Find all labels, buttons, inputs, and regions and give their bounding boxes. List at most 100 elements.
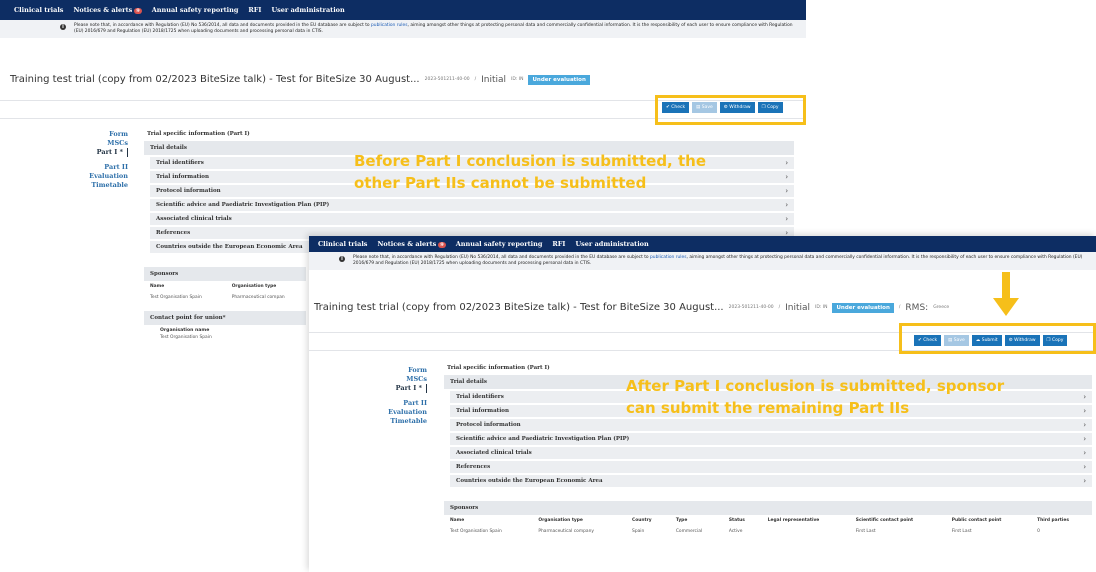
trial-phase: Initial <box>481 74 507 85</box>
table-row[interactable]: Test Organisation Spain Pharmaceutical c… <box>444 526 1092 537</box>
column-header: Name <box>450 518 465 523</box>
accordion-label: Countries outside the European Economic … <box>156 244 303 250</box>
column-header: Organisation type <box>231 284 277 289</box>
chevron-right-icon: › <box>1083 421 1086 429</box>
separator: / <box>474 77 477 82</box>
notice-text: Please note that, in accordance with Reg… <box>353 255 651 260</box>
annotation-line: can submit the remaining Part IIs <box>626 399 910 417</box>
accordion-label: Scientific advice and Paediatric Investi… <box>156 202 330 208</box>
nav-clinical-trials[interactable]: Clinical trials <box>318 240 367 248</box>
column-header: Public contact point <box>951 518 1002 523</box>
table-cell: First Last <box>951 529 972 534</box>
annotation-line: other Part IIs cannot be submitted <box>354 174 647 192</box>
nav-user-admin[interactable]: User administration <box>575 240 648 248</box>
table-cell: First Last <box>855 529 876 534</box>
sidenav-part2[interactable]: Part II <box>367 399 427 408</box>
chevron-right-icon: › <box>785 215 788 223</box>
contact-point-section: Contact point for union* <box>144 311 306 325</box>
column-header: Third parties <box>1037 518 1070 523</box>
trial-id: ID: IN <box>511 77 524 82</box>
column-header: Organisation type <box>538 518 583 523</box>
accordion-countries-outside-eea[interactable]: Countries outside the European Economic … <box>450 475 1092 487</box>
nav-clinical-trials[interactable]: Clinical trials <box>14 6 63 14</box>
trial-id: ID: IN <box>815 305 828 310</box>
sidenav-mscs[interactable]: MSCs <box>70 139 128 148</box>
nav-rfi[interactable]: RFI <box>248 6 261 14</box>
sidenav-part2[interactable]: Part II <box>70 163 128 172</box>
trial-header: Training test trial (copy from 02/2023 B… <box>314 302 949 313</box>
sponsors-section: Sponsors <box>444 501 1092 515</box>
annotation-after: After Part I conclusion is submitted, sp… <box>626 375 1004 419</box>
accordion-protocol-information[interactable]: Protocol information › <box>450 419 1092 431</box>
publication-rules-link[interactable]: publication rules <box>650 255 687 260</box>
sidenav-timetable[interactable]: Timetable <box>367 417 427 426</box>
status-badge: Under evaluation <box>832 302 894 313</box>
publication-notice: i Please note that, in accordance with R… <box>309 252 1096 270</box>
nav-notices-alerts[interactable]: Notices & alerts 9 <box>73 6 142 14</box>
sponsors-table: Name Organisation type Country Type Stat… <box>444 515 1092 537</box>
accordion-label: Trial information <box>156 174 209 180</box>
sidenav-part1[interactable]: Part I * <box>367 384 427 393</box>
top-navigation: Clinical trials Notices & alerts 9 Annual… <box>309 236 1096 252</box>
table-cell: Commercial <box>675 529 703 534</box>
trial-title: Training test trial (copy from 02/2023 B… <box>314 302 724 313</box>
table-row[interactable]: Test Organisation Spain Pharmaceutical c… <box>144 292 309 303</box>
accordion-label: Trial identifiers <box>156 160 204 166</box>
sidenav-evaluation[interactable]: Evaluation <box>367 408 427 417</box>
table-cell: Test Organisation Spain <box>150 295 202 300</box>
sidenav-form[interactable]: Form <box>367 366 427 375</box>
info-icon: i <box>60 24 66 30</box>
part1-header: Trial specific information (Part I) <box>147 131 250 137</box>
publication-notice: i Please note that, in accordance with R… <box>0 20 806 38</box>
info-icon: i <box>339 256 345 262</box>
table-cell: Active <box>728 529 743 534</box>
accordion-references[interactable]: References › <box>450 461 1092 473</box>
publication-rules-link[interactable]: publication rules <box>371 23 408 28</box>
nav-annual-safety[interactable]: Annual safety reporting <box>152 6 239 14</box>
chevron-right-icon: › <box>1083 477 1086 485</box>
chevron-right-icon: › <box>1083 407 1086 415</box>
side-navigation: Form MSCs Part I * Part II Evaluation Ti… <box>70 130 128 190</box>
screenshot-after: Clinical trials Notices & alerts 9 Annual… <box>309 236 1096 572</box>
sponsors-section: Sponsors <box>144 267 306 281</box>
alerts-badge: 9 <box>134 8 142 14</box>
accordion-label: Trial information <box>456 408 509 414</box>
accordion-label: Associated clinical trials <box>456 450 532 456</box>
nav-annual-safety[interactable]: Annual safety reporting <box>456 240 543 248</box>
accordion-scientific-advice[interactable]: Scientific advice and Paediatric Investi… <box>450 433 1092 445</box>
table-cell: Spain <box>632 529 645 534</box>
table-cell <box>762 526 850 537</box>
sidenav-timetable[interactable]: Timetable <box>70 181 128 190</box>
nav-notices-label: Notices & alerts <box>73 6 133 14</box>
nav-notices-alerts[interactable]: Notices & alerts 9 <box>377 240 446 248</box>
column-header: Status <box>728 518 745 523</box>
table-cell: 0 <box>1037 529 1040 534</box>
chevron-right-icon: › <box>785 201 788 209</box>
sidenav-evaluation[interactable]: Evaluation <box>70 172 128 181</box>
trial-number: 2023-501211-40-00 <box>424 77 470 82</box>
trial-header: Training test trial (copy from 02/2023 B… <box>10 74 590 85</box>
rms-value: Greece <box>933 305 950 310</box>
column-header: Scientific contact point <box>855 518 914 523</box>
rms-label: RMS: <box>905 302 929 313</box>
sidenav-form[interactable]: Form <box>70 130 128 139</box>
accordion-scientific-advice[interactable]: Scientific advice and Paediatric Investi… <box>150 199 794 211</box>
accordion-label: Protocol information <box>156 188 221 194</box>
accordion-label: Associated clinical trials <box>156 216 232 222</box>
accordion-associated-trials[interactable]: Associated clinical trials › <box>450 447 1092 459</box>
accordion-associated-trials[interactable]: Associated clinical trials › <box>150 213 794 225</box>
nav-rfi[interactable]: RFI <box>552 240 565 248</box>
sponsors-table: Name Organisation type Test Organisation… <box>144 281 309 303</box>
accordion-label: References <box>456 464 491 470</box>
nav-user-admin[interactable]: User administration <box>271 6 344 14</box>
column-header: Legal representative <box>767 518 820 523</box>
separator: / <box>778 305 781 310</box>
table-cell: Pharmaceutical compan <box>231 295 285 300</box>
sidenav-part1[interactable]: Part I * <box>70 148 128 157</box>
sidenav-mscs[interactable]: MSCs <box>367 375 427 384</box>
trial-title: Training test trial (copy from 02/2023 B… <box>10 74 420 85</box>
chevron-right-icon: › <box>1083 393 1086 401</box>
annotation-before: Before Part I conclusion is submitted, t… <box>354 150 706 194</box>
chevron-right-icon: › <box>785 159 788 167</box>
trial-number: 2023-501211-40-00 <box>728 305 774 310</box>
